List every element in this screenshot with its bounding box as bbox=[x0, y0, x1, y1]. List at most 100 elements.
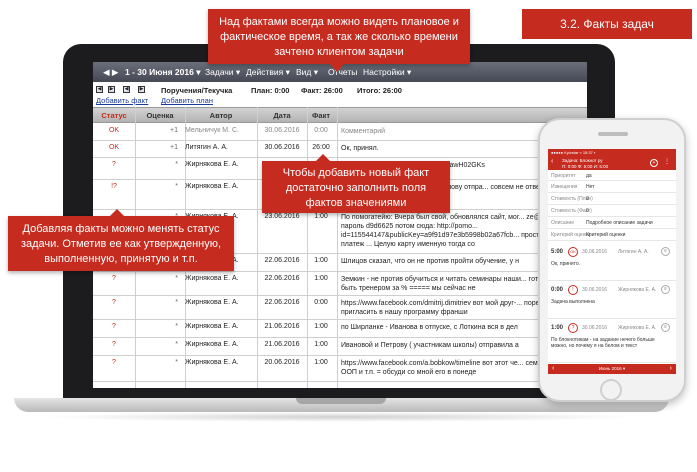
grid-header: Статус Оценка Автор Дата Факт bbox=[93, 107, 587, 123]
status-cell[interactable]: OK bbox=[93, 127, 135, 134]
mark-cell: * bbox=[175, 341, 178, 348]
date-cell: 30.06.2016 bbox=[264, 144, 300, 151]
phone-header: ‹ Задача: Блокнот ру П: 0:00 Ф: 5:00 И: … bbox=[548, 156, 676, 170]
phone-field-row[interactable]: Стоимость (План) 0 bbox=[548, 193, 676, 205]
callout-left: Добавляя факты можно менять статус задач… bbox=[8, 216, 234, 271]
menu-settings[interactable]: Настройки ▾ bbox=[363, 67, 411, 78]
edit-icon[interactable]: ≡ bbox=[661, 285, 670, 294]
status-cell[interactable]: ? bbox=[93, 299, 135, 306]
mark-cell: * bbox=[175, 183, 178, 190]
prev-month-icon[interactable]: ‹ bbox=[552, 364, 554, 374]
date-cell: 20.06.2016 bbox=[264, 359, 300, 366]
laptop-notch bbox=[296, 398, 386, 404]
nav-arrows-icon[interactable]: ◀ ▶ bbox=[103, 67, 118, 78]
col-status[interactable]: Статус bbox=[93, 111, 135, 120]
callout-middle-tail bbox=[316, 154, 330, 161]
phone-field-row[interactable]: Приоритет да bbox=[548, 171, 676, 181]
phone-fact-item[interactable]: 0:00 ! 30.06.2016 Жирнякова Е. А. ≡ Зада… bbox=[548, 281, 676, 319]
mark-cell: +1 bbox=[170, 127, 178, 134]
phone-fact-item[interactable]: 1:00 ? 30.06.2016 Жирнякова Е. А. ≡ По б… bbox=[548, 319, 676, 363]
menu-actions[interactable]: Действия ▾ bbox=[246, 67, 290, 78]
status-cell[interactable]: ? bbox=[93, 359, 135, 366]
fact-cell: 1:00 bbox=[314, 213, 328, 220]
author-cell: Литягин А. А. bbox=[185, 144, 228, 151]
more-icon[interactable]: ⋮ bbox=[664, 158, 670, 165]
add-plan-link[interactable]: Добавить план bbox=[161, 96, 213, 105]
phone-field-row[interactable]: Стоимость (Факт) 0 bbox=[548, 205, 676, 217]
status-badge[interactable]: ! bbox=[568, 285, 578, 295]
phone-fact-item[interactable]: 5:00 OK 30.06.2016 Литягин А. А. ≡ Ок, п… bbox=[548, 243, 676, 281]
col-fact[interactable]: Факт bbox=[307, 111, 335, 120]
back-arrow-icon[interactable]: ‹ bbox=[551, 158, 553, 165]
table-row[interactable]: ? * Жирнякова Е. А. 20.06.2016 1:00 http… bbox=[93, 356, 587, 382]
context-label: Поручения/Текучка bbox=[161, 86, 233, 95]
fact-cell: 1:00 bbox=[314, 341, 328, 348]
laptop-shadow bbox=[40, 412, 640, 422]
status-cell[interactable]: ? bbox=[93, 161, 135, 168]
callout-middle: Чтобы добавить новый факт достаточно зап… bbox=[262, 161, 450, 213]
menu-view[interactable]: Вид ▾ bbox=[296, 67, 318, 78]
plan-total: План: 0:00 bbox=[251, 86, 290, 95]
fact-total: Факт: 26:00 bbox=[301, 86, 343, 95]
author-cell: Жирнякова Е. А. bbox=[185, 161, 239, 168]
author-cell: Жирнякова Е. А. bbox=[185, 183, 239, 190]
author-cell: Жирнякова Е. А. bbox=[185, 359, 239, 366]
add-icon[interactable]: + bbox=[650, 159, 658, 167]
author-cell: Жирнякова Е. А. bbox=[185, 341, 239, 348]
status-cell[interactable]: ? bbox=[93, 275, 135, 282]
pager-prev-icon[interactable]: ▶ bbox=[108, 86, 115, 93]
fact-cell: 0:00 bbox=[314, 299, 328, 306]
status-badge[interactable]: ? bbox=[568, 323, 578, 333]
pager-next-icon[interactable]: ◀ bbox=[123, 86, 130, 93]
date-cell: 30.06.2016 bbox=[264, 127, 300, 134]
table-row[interactable]: ? * Жирнякова Е. А. 21.06.2016 1:00 по Ш… bbox=[93, 320, 587, 338]
col-mark[interactable]: Оценка bbox=[135, 111, 185, 120]
phone-month-selector[interactable]: Июнь 2016 ▾ bbox=[599, 366, 625, 371]
col-author[interactable]: Автор bbox=[185, 111, 257, 120]
next-month-icon[interactable]: › bbox=[670, 364, 672, 374]
status-cell[interactable]: ? bbox=[93, 323, 135, 330]
col-date[interactable]: Дата bbox=[257, 111, 307, 120]
table-row[interactable]: ? * Жирнякова Е. А. 21.06.2016 1:00 Иван… bbox=[93, 338, 587, 356]
table-row[interactable]: OK +1 Литягин А. А. 30.06.2016 26:00 Ок,… bbox=[93, 141, 587, 158]
pager-first-icon[interactable]: ◀ bbox=[96, 86, 103, 93]
author-cell: Мельничук М. С. bbox=[185, 127, 239, 134]
mark-cell: * bbox=[175, 359, 178, 366]
add-fact-link[interactable]: Добавить факт bbox=[96, 96, 148, 105]
author-cell: Жирнякова Е. А. bbox=[185, 299, 239, 306]
phone-field-row[interactable]: Описание Подробное описание задачи bbox=[548, 217, 676, 229]
callout-top-tail bbox=[330, 64, 344, 72]
date-cell: 22.06.2016 bbox=[264, 299, 300, 306]
slide-title: 3.2. Факты задач bbox=[522, 9, 692, 39]
grand-total: Итого: 26:00 bbox=[357, 86, 402, 95]
menu-tasks[interactable]: Задачи ▾ bbox=[205, 67, 240, 78]
phone-task-title: Задача: Блокнот ру bbox=[562, 158, 603, 163]
callout-left-tail bbox=[110, 209, 124, 216]
fact-cell: 1:00 bbox=[314, 275, 328, 282]
date-range-selector[interactable]: 1 - 30 Июня 2016 ▾ bbox=[125, 67, 200, 78]
status-badge[interactable]: OK bbox=[568, 247, 578, 257]
fact-cell: 26:00 bbox=[312, 144, 330, 151]
fact-cell: 1:00 bbox=[314, 323, 328, 330]
fact-cell: 1:00 bbox=[314, 257, 328, 264]
phone-screen: ●●●●● Kyivstar ≈ 15:37 ▪ ‹ Задача: Блокн… bbox=[548, 149, 676, 374]
pager-last-icon[interactable]: ▶ bbox=[138, 86, 145, 93]
fact-cell: 0:00 bbox=[314, 127, 328, 134]
author-cell: Жирнякова Е. А. bbox=[185, 275, 239, 282]
date-cell: 21.06.2016 bbox=[264, 341, 300, 348]
date-cell: 23.06.2016 bbox=[264, 213, 300, 220]
phone-mockup: ●●●●● Kyivstar ≈ 15:37 ▪ ‹ Задача: Блокн… bbox=[538, 118, 686, 402]
callout-top: Над фактами всегда можно видеть плановое… bbox=[208, 9, 470, 64]
status-cell[interactable]: OK bbox=[93, 144, 135, 151]
author-cell: Жирнякова Е. А. bbox=[185, 323, 239, 330]
phone-field-row[interactable]: Критерий оценки Критерий оценки bbox=[548, 229, 676, 241]
table-row[interactable]: ? * Жирнякова Е. А. 22.06.2016 1:00 Земк… bbox=[93, 272, 587, 296]
phone-field-row[interactable]: Извещения Нет bbox=[548, 181, 676, 193]
status-cell[interactable]: ? bbox=[93, 341, 135, 348]
date-cell: 22.06.2016 bbox=[264, 257, 300, 264]
edit-icon[interactable]: ≡ bbox=[661, 323, 670, 332]
status-cell[interactable]: !? bbox=[93, 183, 135, 190]
table-row[interactable]: ? * Жирнякова Е. А. 22.06.2016 0:00 http… bbox=[93, 296, 587, 320]
edit-icon[interactable]: ≡ bbox=[661, 247, 670, 256]
table-row[interactable]: OK +1 Мельничук М. С. 30.06.2016 0:00 Ко… bbox=[93, 124, 587, 141]
